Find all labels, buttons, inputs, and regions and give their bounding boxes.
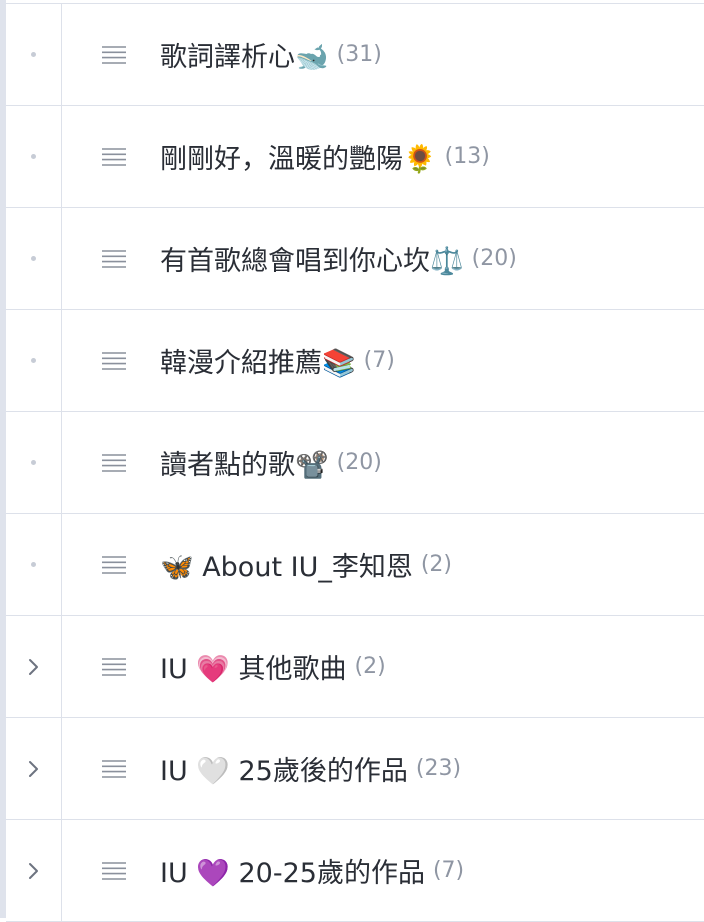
bullet-dot-icon [31, 52, 36, 57]
category-title[interactable]: 🦋 About IU_李知恩 [160, 545, 413, 584]
category-toggle-cell [6, 106, 62, 207]
category-toggle-cell [6, 208, 62, 309]
bullet-dot-icon [31, 358, 36, 363]
category-title[interactable]: IU 🤍 25歲後的作品 [160, 749, 408, 788]
category-toggle-cell [6, 310, 62, 411]
category-title[interactable]: 剛剛好，溫暖的艷陽🌻 [160, 137, 437, 176]
category-title[interactable]: IU 💜 20-25歲的作品 [160, 851, 425, 890]
category-post-count: (20) [471, 246, 517, 271]
category-title[interactable]: 韓漫介紹推薦📚 [160, 341, 356, 380]
category-toggle-cell[interactable] [6, 616, 62, 717]
category-row: 剛剛好，溫暖的艷陽🌻 (13) [6, 106, 704, 208]
category-row: 韓漫介紹推薦📚 (7) [6, 310, 704, 412]
category-post-count: (7) [363, 348, 395, 373]
category-post-count: (13) [444, 144, 490, 169]
category-post-count: (2) [354, 654, 386, 679]
category-toggle-cell [6, 4, 62, 105]
category-post-count: (2) [420, 552, 453, 577]
bullet-dot-icon [31, 154, 36, 159]
category-toggle-cell [6, 412, 62, 513]
category-title[interactable]: 讀者點的歌📽️ [160, 443, 329, 482]
drag-handle-icon[interactable] [102, 249, 126, 269]
bullet-dot-icon [31, 460, 36, 465]
category-row: 歌詞譯析心🐋 (31) [6, 4, 704, 106]
category-toggle-cell[interactable] [6, 718, 62, 819]
drag-handle-icon[interactable] [102, 45, 126, 65]
drag-handle-icon[interactable] [102, 657, 126, 677]
category-title[interactable]: 歌詞譯析心🐋 [160, 35, 329, 74]
drag-handle-icon[interactable] [102, 861, 126, 881]
category-row: 有首歌總會唱到你心坎⚖️ (20) [6, 208, 704, 310]
drag-handle-icon[interactable] [102, 555, 126, 575]
category-row: 讀者點的歌📽️ (20) [6, 412, 704, 514]
drag-handle-icon[interactable] [102, 351, 126, 371]
category-post-count: (7) [432, 858, 465, 883]
category-title[interactable]: IU 💗 其他歌曲 [160, 647, 347, 686]
drag-handle-icon[interactable] [102, 759, 126, 779]
category-toggle-cell[interactable] [6, 820, 62, 921]
category-row: IU 💗 其他歌曲 (2) [6, 616, 704, 718]
drag-handle-icon[interactable] [102, 147, 126, 167]
category-toggle-cell [6, 514, 62, 615]
category-post-count: (20) [336, 450, 382, 475]
category-post-count: (23) [415, 756, 462, 781]
chevron-right-icon[interactable] [28, 760, 40, 778]
chevron-right-icon[interactable] [28, 862, 40, 880]
category-post-count: (31) [336, 42, 382, 67]
category-row: IU 🤍 25歲後的作品 (23) [6, 718, 704, 820]
category-title[interactable]: 有首歌總會唱到你心坎⚖️ [160, 239, 464, 278]
bullet-dot-icon [31, 256, 36, 261]
drag-handle-icon[interactable] [102, 453, 126, 473]
bullet-dot-icon [31, 562, 36, 567]
category-list: 歌詞譯析心🐋 (31) 剛剛好，溫暖的艷陽🌻 (13) 有首歌總會唱到你心坎⚖️ (20)… [6, 3, 704, 922]
category-row: 🦋 About IU_李知恩 (2) [6, 514, 704, 616]
category-row: IU 💜 20-25歲的作品 (7) [6, 820, 704, 922]
chevron-right-icon[interactable] [28, 658, 40, 676]
